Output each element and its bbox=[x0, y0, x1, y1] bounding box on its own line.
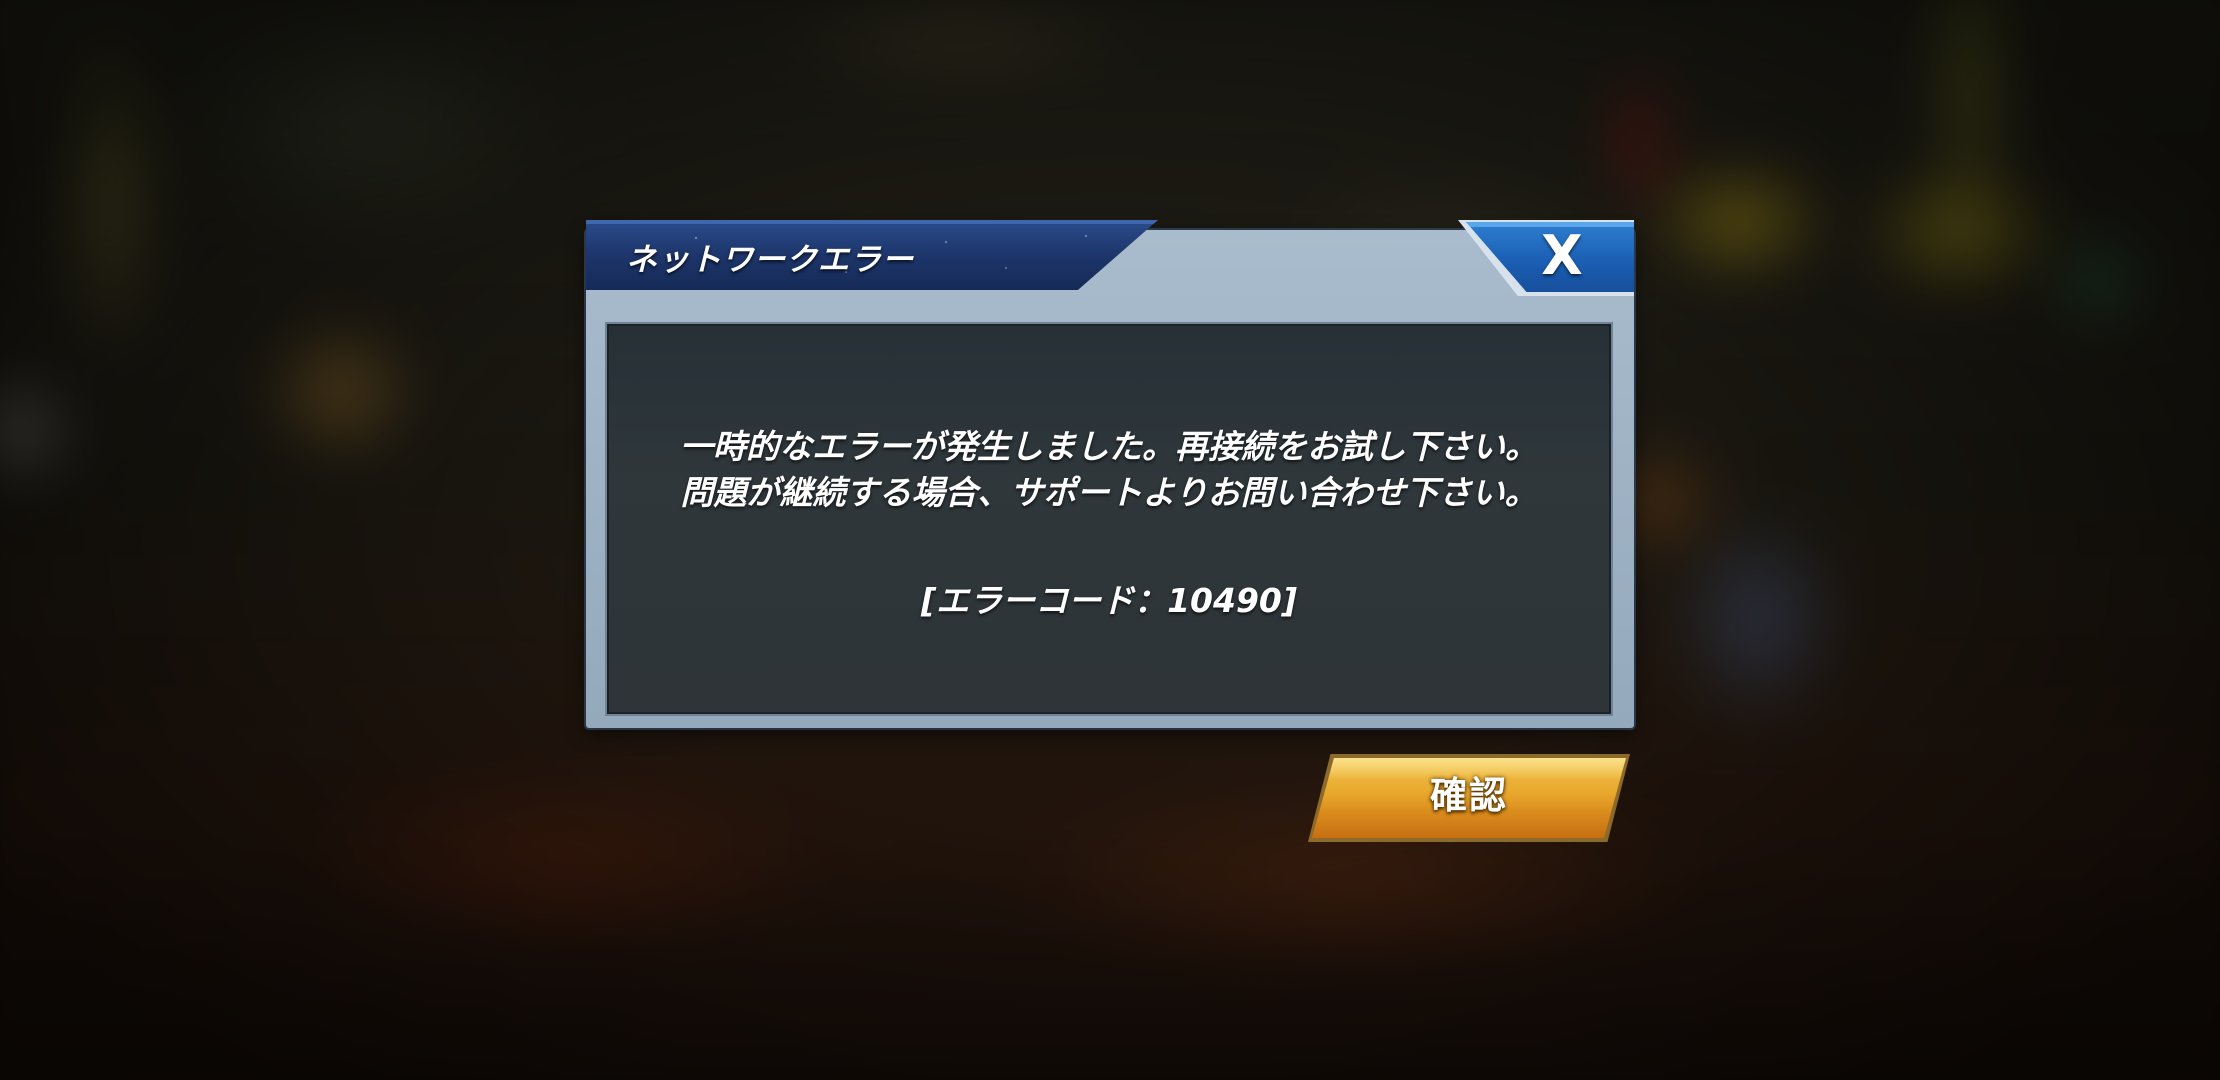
dialog-title-bar: ネットワークエラー bbox=[586, 220, 1158, 290]
error-code: [エラーコード：10490] bbox=[921, 581, 1297, 620]
error-message-line-1: 一時的なエラーが発生しました。再接続をお試し下さい。 bbox=[680, 427, 1538, 466]
dialog-title: ネットワークエラー bbox=[626, 242, 914, 278]
error-message-line-2: 問題が継続する場合、サポートよりお問い合わせ下さい。 bbox=[680, 473, 1538, 512]
close-icon[interactable]: X bbox=[1532, 229, 1592, 283]
game-screen: 一時的なエラーが発生しました。再接続をお試し下さい。 問題が継続する場合、サポー… bbox=[0, 0, 2220, 1080]
confirm-button-label[interactable]: 確認 bbox=[1308, 772, 1630, 820]
message-panel: 一時的なエラーが発生しました。再接続をお試し下さい。 問題が継続する場合、サポー… bbox=[607, 324, 1611, 714]
confirm-button[interactable]: 確認 bbox=[1308, 754, 1630, 842]
error-message: 一時的なエラーが発生しました。再接続をお試し下さい。 問題が継続する場合、サポー… bbox=[607, 424, 1611, 516]
network-error-dialog: 一時的なエラーが発生しました。再接続をお試し下さい。 問題が継続する場合、サポー… bbox=[586, 220, 1634, 728]
dialog-frame: 一時的なエラーが発生しました。再接続をお試し下さい。 問題が継続する場合、サポー… bbox=[586, 230, 1634, 728]
